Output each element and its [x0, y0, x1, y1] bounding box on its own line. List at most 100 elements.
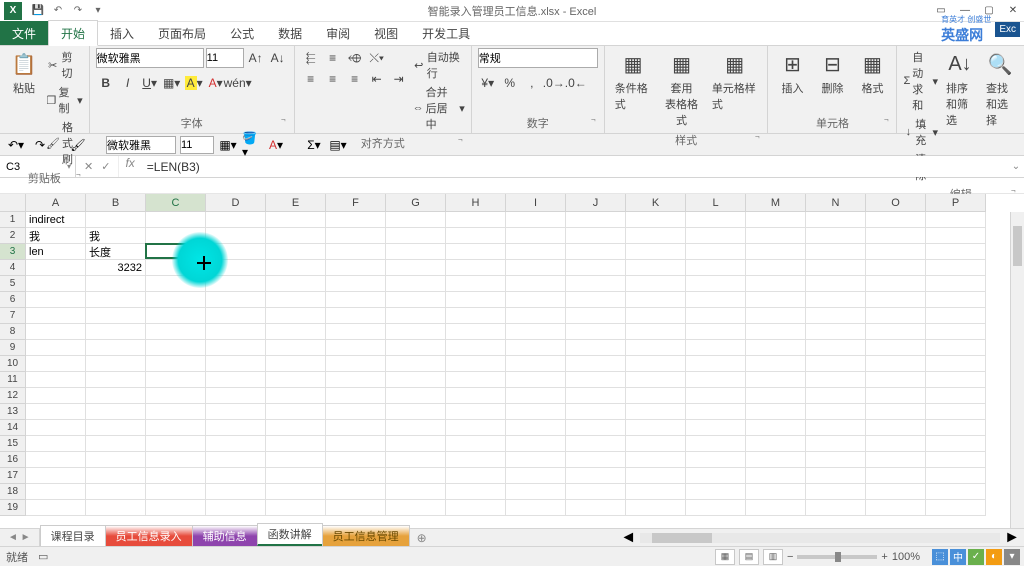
col-header-M[interactable]: M — [746, 194, 806, 212]
cell-D17[interactable] — [206, 468, 266, 484]
cell-J9[interactable] — [566, 340, 626, 356]
indent-decrease-icon[interactable]: ⇤ — [367, 69, 387, 89]
underline-button[interactable]: U▾ — [140, 73, 160, 93]
fill-button[interactable]: ↓填充▾ — [903, 115, 938, 149]
cell-D18[interactable] — [206, 484, 266, 500]
cell-B16[interactable] — [86, 452, 146, 468]
cell-B1[interactable] — [86, 212, 146, 228]
row-header-17[interactable]: 17 — [0, 468, 26, 484]
cell-O8[interactable] — [866, 324, 926, 340]
cell-C19[interactable] — [146, 500, 206, 516]
cell-L16[interactable] — [686, 452, 746, 468]
cell-J11[interactable] — [566, 372, 626, 388]
find-select-button[interactable]: 🔍查找和选择 — [982, 48, 1018, 130]
cell-P3[interactable] — [926, 244, 986, 260]
cell-G2[interactable] — [386, 228, 446, 244]
cell-N17[interactable] — [806, 468, 866, 484]
cell-E6[interactable] — [266, 292, 326, 308]
cell-K3[interactable] — [626, 244, 686, 260]
cell-B3[interactable]: 长度 — [86, 244, 146, 260]
cell-P14[interactable] — [926, 420, 986, 436]
cell-O14[interactable] — [866, 420, 926, 436]
cell-I2[interactable] — [506, 228, 566, 244]
cell-M7[interactable] — [746, 308, 806, 324]
row-header-2[interactable]: 2 — [0, 228, 26, 244]
col-header-E[interactable]: E — [266, 194, 326, 212]
fill-color-button[interactable]: A▾ — [184, 73, 204, 93]
cell-O18[interactable] — [866, 484, 926, 500]
cell-H18[interactable] — [446, 484, 506, 500]
cell-M8[interactable] — [746, 324, 806, 340]
fx-icon[interactable]: fx — [119, 156, 140, 177]
cell-G5[interactable] — [386, 276, 446, 292]
cell-O9[interactable] — [866, 340, 926, 356]
col-header-J[interactable]: J — [566, 194, 626, 212]
sheet-tab-course-list[interactable]: 课程目录 — [40, 525, 106, 546]
cell-F10[interactable] — [326, 356, 386, 372]
cell-H4[interactable] — [446, 260, 506, 276]
cell-C18[interactable] — [146, 484, 206, 500]
copy-button[interactable]: ❐复制▾ — [46, 83, 83, 117]
cell-E5[interactable] — [266, 276, 326, 292]
cell-L9[interactable] — [686, 340, 746, 356]
cell-A11[interactable] — [26, 372, 86, 388]
cell-B13[interactable] — [86, 404, 146, 420]
cell-O1[interactable] — [866, 212, 926, 228]
cell-E10[interactable] — [266, 356, 326, 372]
col-header-A[interactable]: A — [26, 194, 86, 212]
cell-I1[interactable] — [506, 212, 566, 228]
tab-view[interactable]: 视图 — [362, 21, 410, 45]
cell-C5[interactable] — [146, 276, 206, 292]
row-header-8[interactable]: 8 — [0, 324, 26, 340]
cell-B6[interactable] — [86, 292, 146, 308]
cell-E11[interactable] — [266, 372, 326, 388]
cell-J7[interactable] — [566, 308, 626, 324]
cell-D7[interactable] — [206, 308, 266, 324]
cell-K15[interactable] — [626, 436, 686, 452]
cell-O16[interactable] — [866, 452, 926, 468]
cell-K12[interactable] — [626, 388, 686, 404]
cell-J3[interactable] — [566, 244, 626, 260]
cell-P2[interactable] — [926, 228, 986, 244]
cell-N19[interactable] — [806, 500, 866, 516]
cell-O5[interactable] — [866, 276, 926, 292]
cell-B8[interactable] — [86, 324, 146, 340]
tab-home[interactable]: 开始 — [48, 20, 98, 46]
cell-J4[interactable] — [566, 260, 626, 276]
cell-N18[interactable] — [806, 484, 866, 500]
cell-L15[interactable] — [686, 436, 746, 452]
cell-M14[interactable] — [746, 420, 806, 436]
cell-M3[interactable] — [746, 244, 806, 260]
col-header-K[interactable]: K — [626, 194, 686, 212]
cell-N11[interactable] — [806, 372, 866, 388]
cell-F16[interactable] — [326, 452, 386, 468]
cell-H16[interactable] — [446, 452, 506, 468]
cell-L2[interactable] — [686, 228, 746, 244]
row-header-11[interactable]: 11 — [0, 372, 26, 388]
italic-button[interactable]: I — [118, 73, 138, 93]
increase-decimal-icon[interactable]: .0→ — [544, 73, 564, 93]
cell-B12[interactable] — [86, 388, 146, 404]
cell-C2[interactable] — [146, 228, 206, 244]
cell-J16[interactable] — [566, 452, 626, 468]
tab-insert[interactable]: 插入 — [98, 21, 146, 45]
cell-E3[interactable] — [266, 244, 326, 260]
cell-O19[interactable] — [866, 500, 926, 516]
cell-D2[interactable] — [206, 228, 266, 244]
align-center-icon[interactable]: ≡ — [323, 69, 343, 89]
cell-N3[interactable] — [806, 244, 866, 260]
cell-F4[interactable] — [326, 260, 386, 276]
cell-O6[interactable] — [866, 292, 926, 308]
cell-F19[interactable] — [326, 500, 386, 516]
hscroll-left-icon[interactable]: ◄ — [620, 529, 636, 547]
percent-icon[interactable]: % — [500, 73, 520, 93]
cell-P5[interactable] — [926, 276, 986, 292]
cell-P1[interactable] — [926, 212, 986, 228]
cell-N2[interactable] — [806, 228, 866, 244]
hscroll-thumb[interactable] — [652, 533, 712, 543]
cell-G7[interactable] — [386, 308, 446, 324]
cell-N8[interactable] — [806, 324, 866, 340]
row-header-15[interactable]: 15 — [0, 436, 26, 452]
tab-file[interactable]: 文件 — [0, 21, 48, 45]
cell-B18[interactable] — [86, 484, 146, 500]
